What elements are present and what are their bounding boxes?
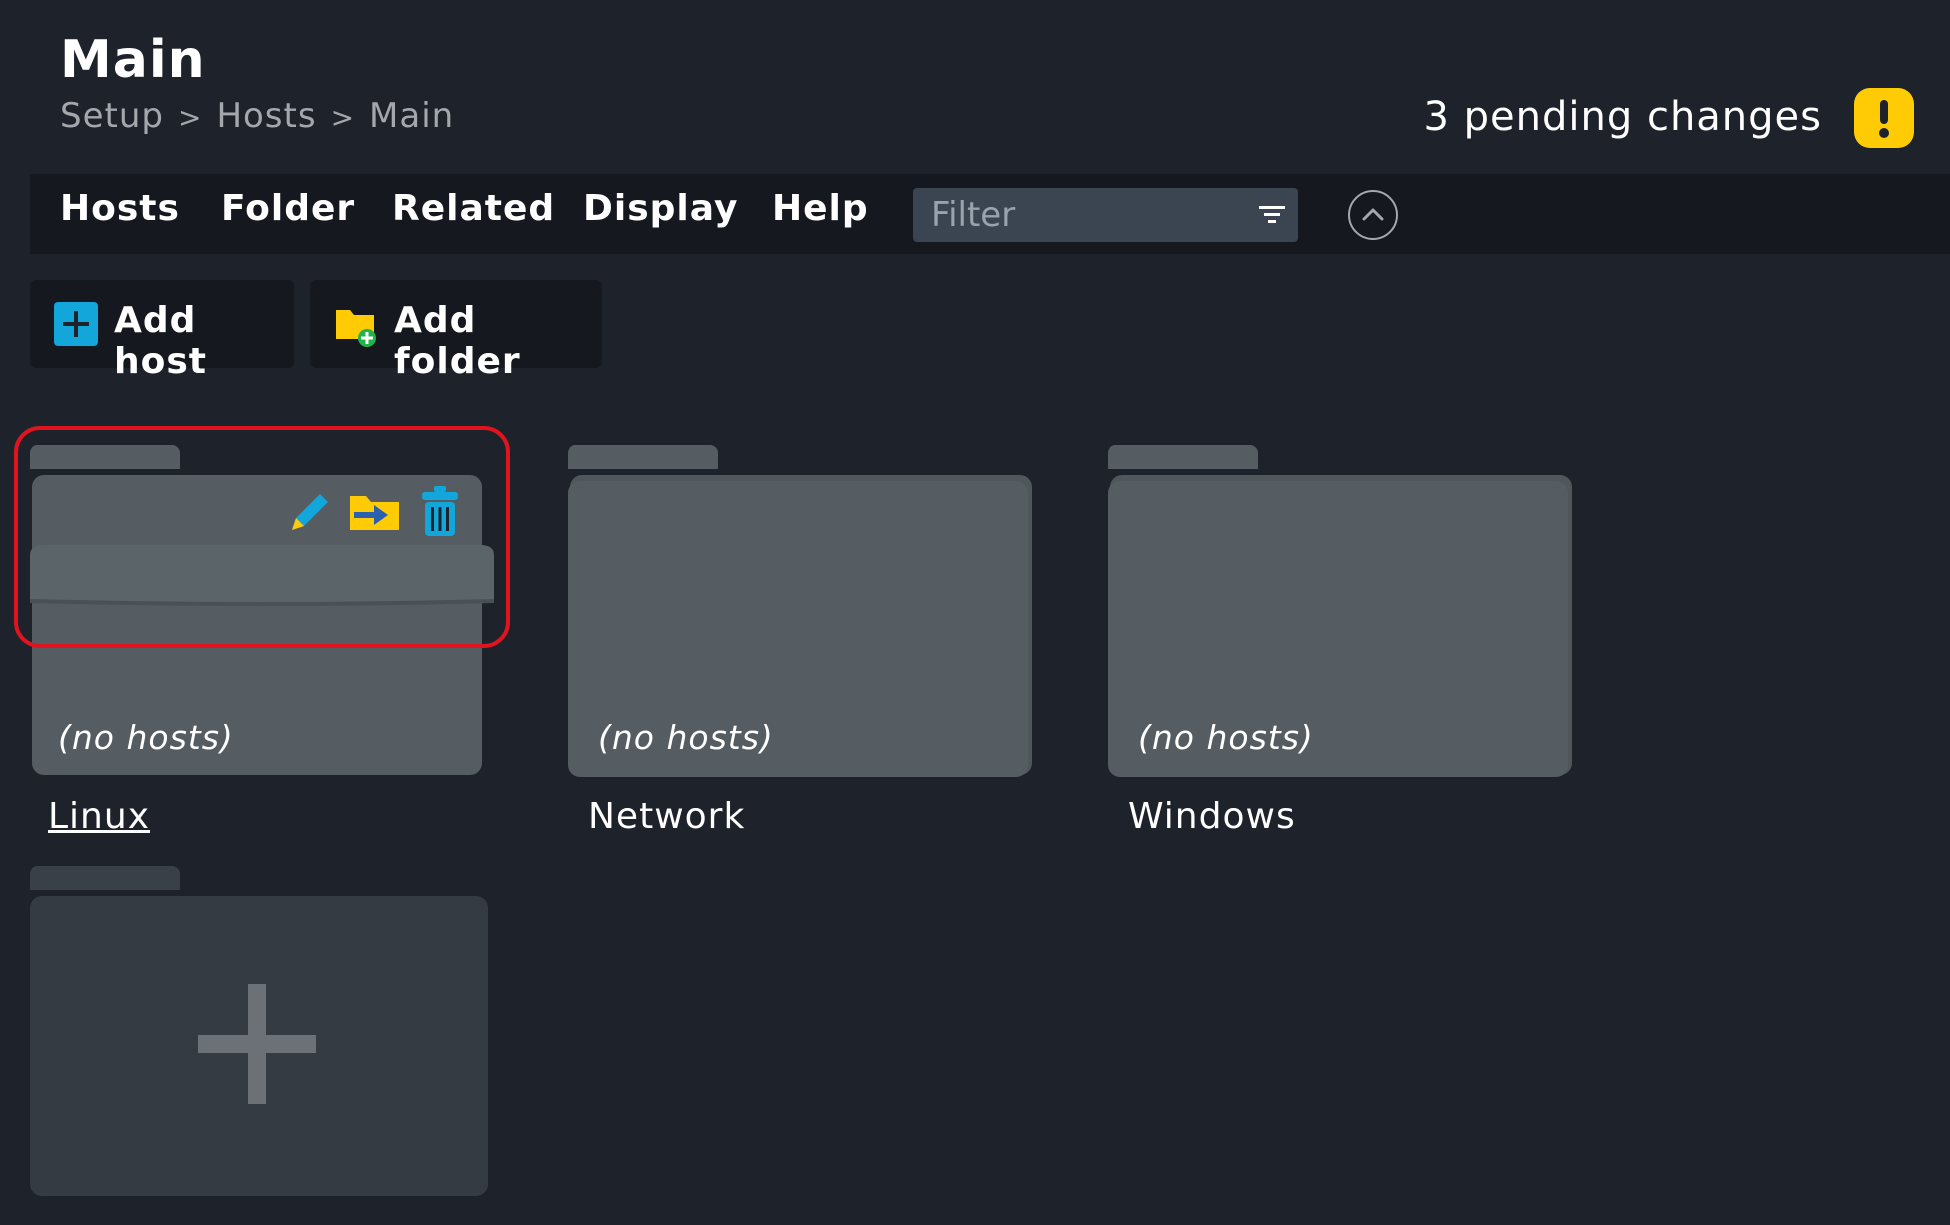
menu-hosts[interactable]: Hosts (60, 188, 180, 229)
hover-highlight (14, 426, 510, 648)
breadcrumb-main[interactable]: Main (369, 96, 454, 136)
exclamation-icon[interactable] (1854, 88, 1914, 148)
add-folder-button[interactable]: Add folder (310, 280, 602, 382)
folder-link-linux[interactable]: Linux (48, 796, 150, 837)
chevron-up-circle-icon[interactable] (1348, 190, 1398, 240)
breadcrumb-separator: > (330, 101, 356, 134)
filter-box (913, 188, 1298, 242)
folder-status: (no hosts) (58, 718, 234, 757)
filter-lines-icon[interactable] (1257, 202, 1287, 228)
menu-related[interactable]: Related (392, 188, 555, 229)
menu-help[interactable]: Help (772, 188, 869, 229)
add-folder-label: Add folder (394, 300, 521, 382)
folder-link-network[interactable]: Network (588, 796, 745, 837)
add-host-label: Add host (114, 300, 207, 382)
filter-input[interactable] (913, 188, 1231, 242)
plus-icon[interactable] (198, 984, 316, 1104)
add-folder-icon (336, 310, 376, 347)
breadcrumb: Setup > Hosts > Main (60, 96, 454, 136)
pending-changes-link[interactable]: 3 pending changes (1423, 94, 1822, 140)
breadcrumb-hosts[interactable]: Hosts (216, 96, 316, 136)
breadcrumb-separator: > (177, 101, 203, 134)
folder-status: (no hosts) (598, 718, 774, 757)
menu-display[interactable]: Display (583, 188, 738, 229)
add-host-button[interactable]: Add host (30, 280, 294, 382)
menu-folder[interactable]: Folder (221, 188, 355, 229)
page-title: Main (60, 30, 206, 90)
folder-status: (no hosts) (1138, 718, 1314, 757)
breadcrumb-setup[interactable]: Setup (60, 96, 164, 136)
folder-link-windows[interactable]: Windows (1128, 796, 1296, 837)
plus-square-icon (54, 302, 98, 346)
